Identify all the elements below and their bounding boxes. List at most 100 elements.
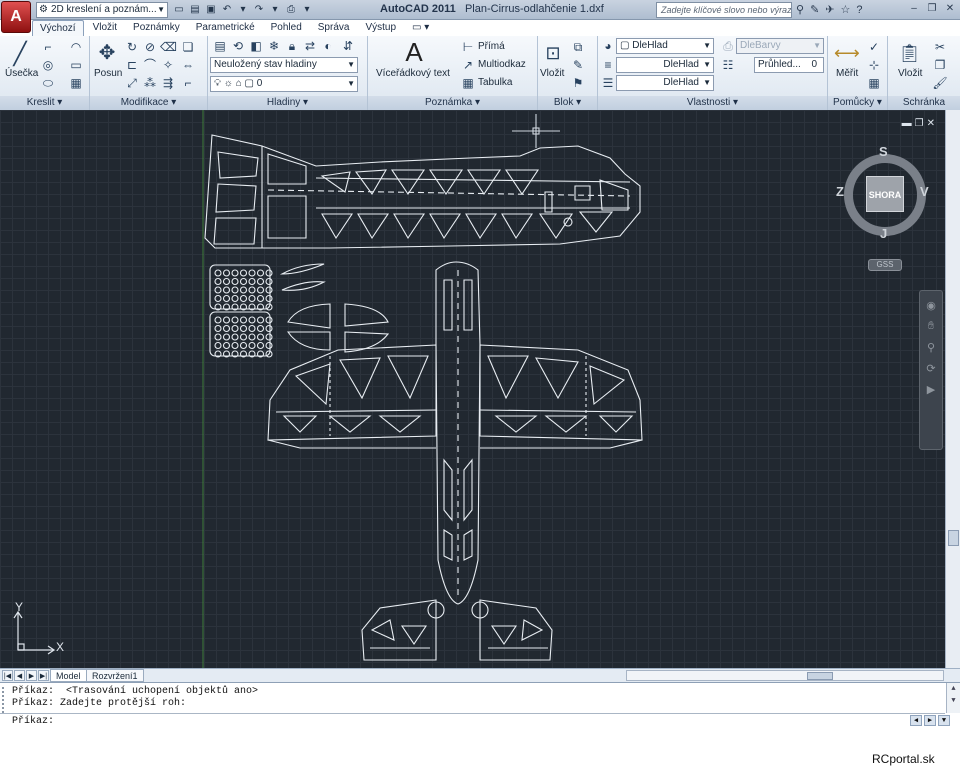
command-grip-handle[interactable] xyxy=(2,687,6,713)
command-down-icon[interactable]: ▼ xyxy=(938,715,950,726)
panel-title-pomucky[interactable]: Pomůcky ▾ xyxy=(828,96,887,110)
cut-icon[interactable]: ✂ xyxy=(932,39,948,55)
table-label[interactable]: Tabulka xyxy=(478,75,512,91)
application-menu-button[interactable]: A xyxy=(1,1,31,33)
last-tab-icon[interactable]: ▶| xyxy=(38,670,49,681)
hatch-icon[interactable]: ▦ xyxy=(68,75,84,91)
dimension-linear-icon[interactable]: ⊢ xyxy=(460,39,476,55)
line-icon[interactable]: ╱ xyxy=(8,42,32,66)
compass-south[interactable]: J xyxy=(880,226,887,241)
array-icon[interactable]: ⁂ xyxy=(142,75,158,91)
help-icon[interactable]: ? xyxy=(856,2,862,18)
viewcube-top-face[interactable]: SHORA xyxy=(866,176,904,212)
calculator-icon[interactable]: ▦ xyxy=(866,75,882,91)
orbit-icon[interactable]: ⟳ xyxy=(920,362,942,375)
compass-east[interactable]: V xyxy=(920,184,929,199)
linetype-icon[interactable]: ≡ xyxy=(600,57,616,73)
mirror-icon[interactable]: ⊏ xyxy=(124,57,140,73)
binoculars-icon[interactable]: ⚲ xyxy=(796,2,804,18)
layer-freeze-icon[interactable]: ❄ xyxy=(266,38,282,54)
layer-isolate-icon[interactable]: ◧ xyxy=(248,38,264,54)
polyline-icon[interactable]: ⌐ xyxy=(40,39,56,55)
save-icon[interactable]: ▣ xyxy=(204,2,218,17)
restore-icon[interactable]: ❐ xyxy=(924,2,940,17)
insert-block-icon[interactable]: ⊡ xyxy=(542,42,564,64)
move-button-label[interactable]: Posun xyxy=(94,68,122,79)
ellipse-icon[interactable]: ⬭ xyxy=(40,75,56,91)
trim-icon[interactable]: ⊘ xyxy=(142,39,158,55)
layer-previous-icon[interactable]: ⟲ xyxy=(230,38,246,54)
next-tab-icon[interactable]: ▶ xyxy=(26,670,37,681)
redo-dropdown-icon[interactable]: ▾ xyxy=(268,2,282,17)
paste-label[interactable]: Vložit xyxy=(898,68,922,79)
panel-title-schranka[interactable]: Schránka xyxy=(888,96,960,110)
tab-vlozit[interactable]: Vložit xyxy=(86,20,124,36)
list-icon[interactable]: ☷ xyxy=(720,57,736,73)
copy-icon[interactable]: ❏ xyxy=(180,39,196,55)
drawing-area[interactable]: ▬ ❐ ✕ SHORA S J V Z GSS ◉ ✋︎ ⚲ ⟳ ▶ Y X xyxy=(0,110,945,668)
ribbon-options-icon[interactable]: ▭ ▾ xyxy=(405,20,436,36)
color-wheel-icon[interactable]: ◕ xyxy=(600,38,616,54)
lineweight-dropdown[interactable]: DleHlad ▼ xyxy=(616,75,714,91)
stretch-icon[interactable]: ⇔ xyxy=(180,57,196,73)
rotate-icon[interactable]: ↻ xyxy=(124,39,140,55)
id-point-icon[interactable]: ⊹ xyxy=(866,57,882,73)
print-icon[interactable]: ⎙ xyxy=(284,2,298,17)
vertical-scrollbar[interactable] xyxy=(945,110,960,668)
command-prompt[interactable]: Příkaz: xyxy=(12,716,54,727)
panel-title-poznamka[interactable]: Poznámka ▾ xyxy=(368,96,537,110)
insert-block-label[interactable]: Vložit xyxy=(540,68,564,79)
circle-icon[interactable]: ◎ xyxy=(40,57,56,73)
mtext-button-label[interactable]: Víceřádkový text xyxy=(376,68,450,79)
command-next-icon[interactable]: ▶ xyxy=(924,715,936,726)
scale-icon[interactable]: ⤢ xyxy=(124,75,140,91)
multileader-icon[interactable]: ↗ xyxy=(460,57,476,73)
workspace-switcher[interactable]: ⚙ 2D kreslení a poznám... ▼ xyxy=(36,2,168,18)
open-file-icon[interactable]: ▤ xyxy=(188,2,202,17)
scroll-up-icon[interactable]: ▲ xyxy=(947,683,960,695)
zoom-icon[interactable]: ⚲ xyxy=(920,341,942,354)
erase-icon[interactable]: ⌫ xyxy=(160,39,177,55)
tab-poznamky[interactable]: Poznámky xyxy=(126,20,187,36)
panel-title-hladiny[interactable]: Hladiny ▾ xyxy=(208,96,367,110)
compass-north[interactable]: S xyxy=(879,144,888,159)
linetype-dropdown[interactable]: DleHlad ▼ xyxy=(616,57,714,73)
mtext-icon[interactable]: A xyxy=(400,38,428,66)
fillet-icon[interactable]: ⌒ xyxy=(142,57,158,73)
lineweight-icon[interactable]: ☰ xyxy=(600,75,616,91)
explode-icon[interactable]: ✧ xyxy=(160,57,176,73)
new-file-icon[interactable]: ▭ xyxy=(172,2,186,17)
layer-properties-icon[interactable]: ▤ xyxy=(212,38,228,54)
wcs-menu[interactable]: GSS xyxy=(868,259,902,271)
command-scrollbar[interactable]: ▲ ▼ xyxy=(946,683,960,713)
undo-dropdown-icon[interactable]: ▾ xyxy=(236,2,250,17)
first-tab-icon[interactable]: |◀ xyxy=(2,670,13,681)
tab-sprava[interactable]: Správa xyxy=(311,20,357,36)
undo-icon[interactable]: ↶ xyxy=(220,2,234,17)
communication-icon[interactable]: ✈ xyxy=(825,2,834,18)
horizontal-scrollbar[interactable] xyxy=(626,670,944,681)
move-icon[interactable]: ✥ xyxy=(96,42,118,64)
horizontal-scroll-thumb[interactable] xyxy=(807,672,833,680)
pan-icon[interactable]: ✋︎ xyxy=(920,320,942,333)
prev-tab-icon[interactable]: ◀ xyxy=(14,670,25,681)
layer-dropdown[interactable]: 💡︎ ☼ ⌂ ▢ 0 ▼ xyxy=(210,76,358,92)
panel-title-blok[interactable]: Blok ▾ xyxy=(538,96,597,110)
attribute-icon[interactable]: ⚑ xyxy=(570,75,586,91)
quick-select-icon[interactable]: ✓ xyxy=(866,39,882,55)
compass-west[interactable]: Z xyxy=(836,184,844,199)
vertical-scroll-thumb[interactable] xyxy=(948,530,959,546)
layer-lock-icon[interactable]: 🔒︎ xyxy=(284,38,300,54)
multileader-label[interactable]: Multiodkaz xyxy=(478,57,526,73)
layer-match-icon[interactable]: ⇄ xyxy=(302,38,318,54)
rectangle-icon[interactable]: ▭ xyxy=(68,57,84,73)
showmotion-icon[interactable]: ▶ xyxy=(920,383,942,396)
close-icon[interactable]: ✕ xyxy=(942,2,958,17)
layer-off-icon[interactable]: ◐ xyxy=(320,38,336,54)
tab-vychozi[interactable]: Výchozí xyxy=(32,20,84,36)
layer-state-dropdown[interactable]: Neuložený stav hladiny ▼ xyxy=(210,57,358,73)
tab-parametricke[interactable]: Parametrické xyxy=(189,20,262,36)
search-input[interactable]: Zadejte klíčové slovo nebo výraz. xyxy=(656,2,792,18)
subscription-icon[interactable]: ✎ xyxy=(810,2,819,18)
viewcube[interactable]: SHORA S J V Z xyxy=(836,144,930,241)
